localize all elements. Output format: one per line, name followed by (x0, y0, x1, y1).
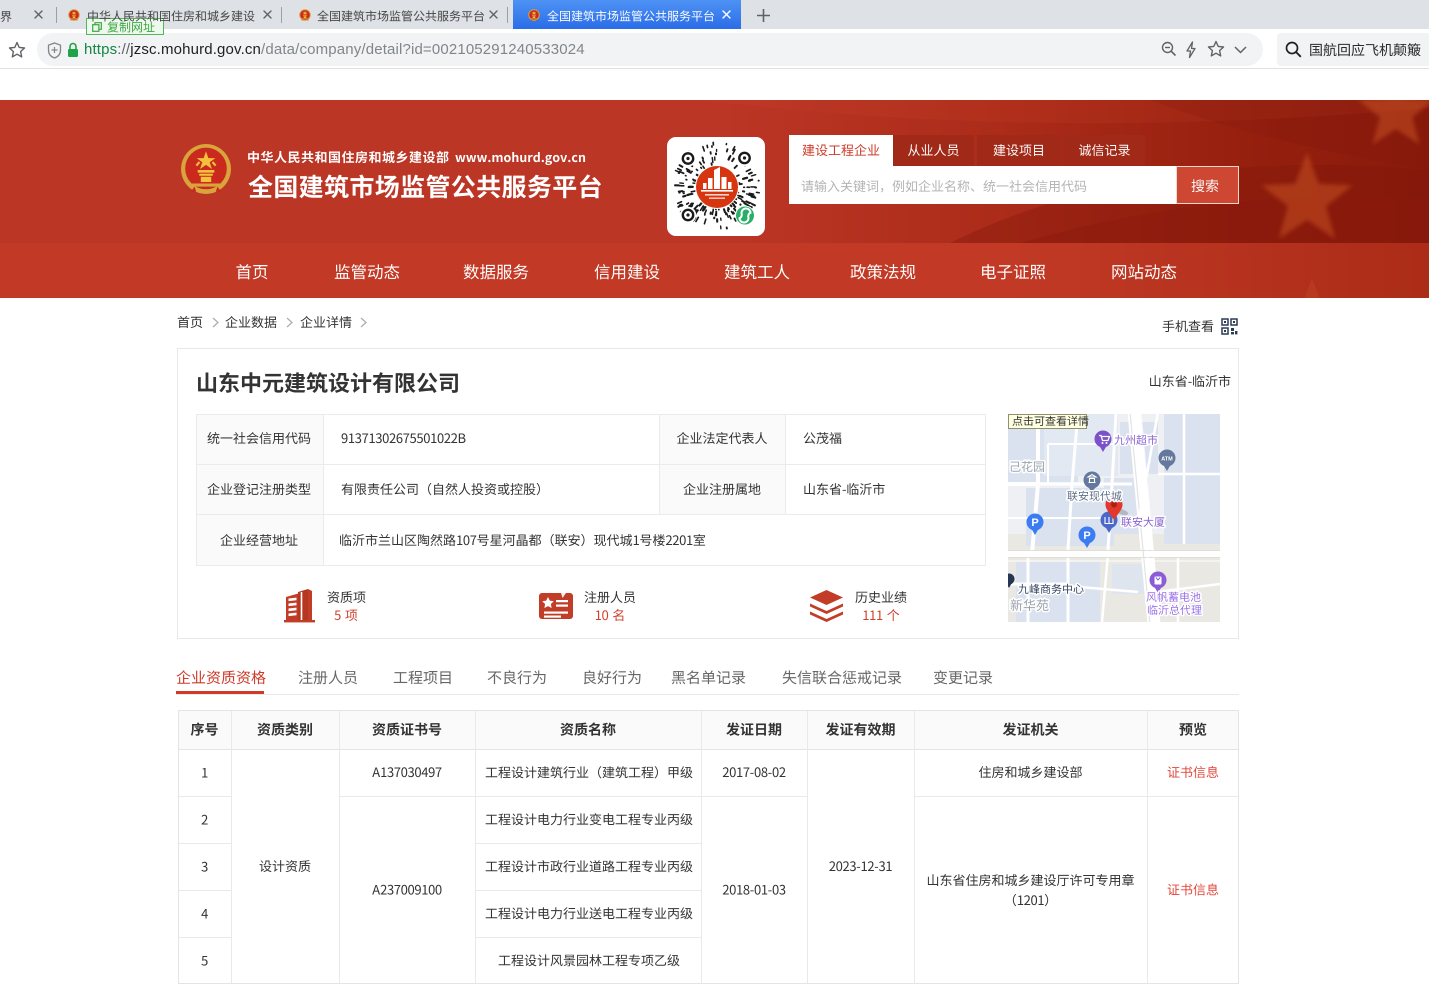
svg-text:P: P (1031, 517, 1038, 529)
svg-text:ATM: ATM (1161, 457, 1173, 463)
svg-text:P: P (1083, 530, 1090, 542)
